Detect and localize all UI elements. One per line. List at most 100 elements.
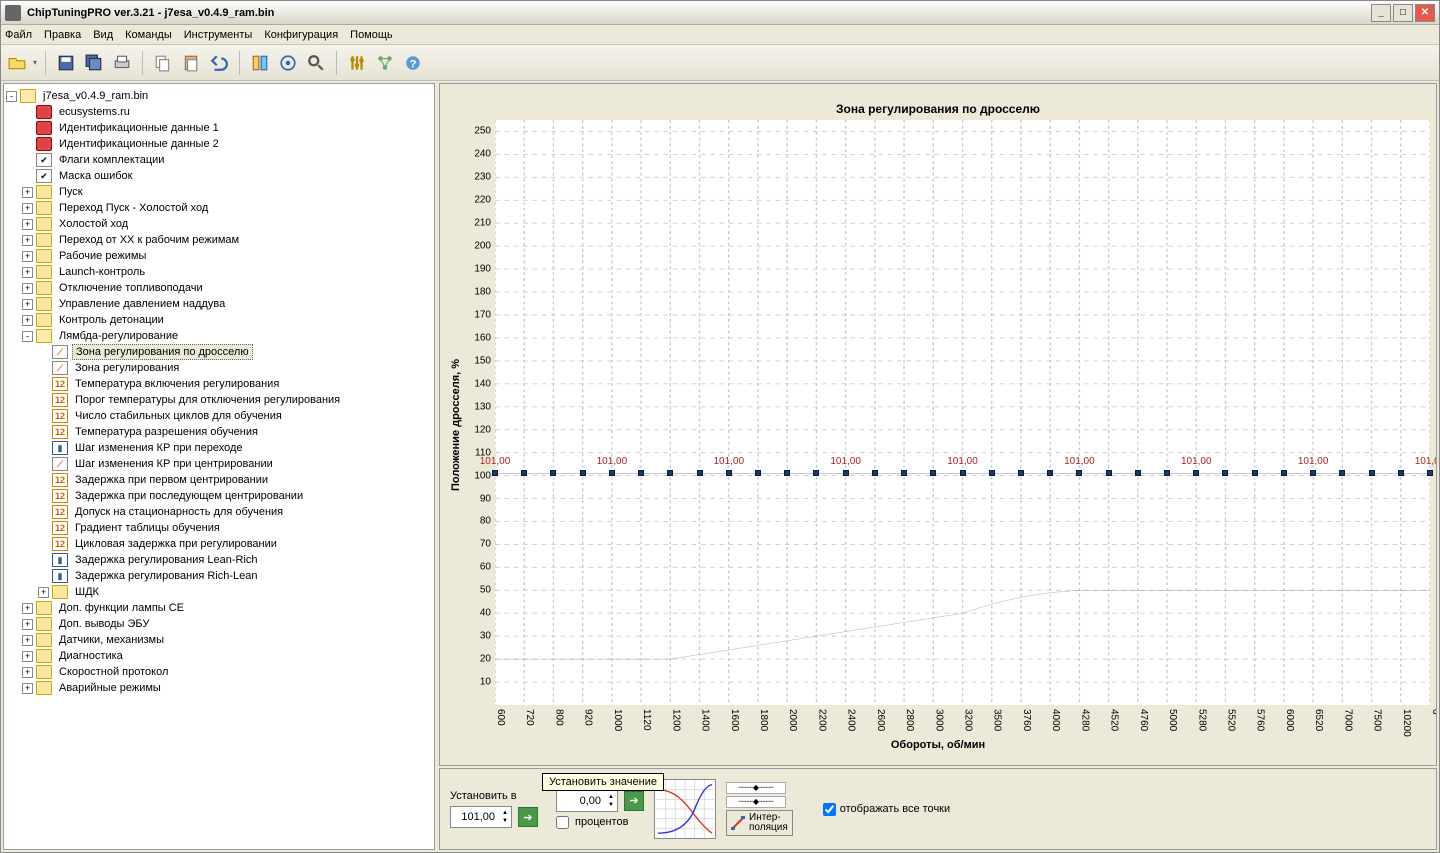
tree-toggle[interactable] (38, 443, 49, 454)
tree-node[interactable]: -Лямбда-регулирование (6, 328, 432, 344)
data-marker[interactable] (1076, 470, 1082, 476)
plot-area[interactable]: 1020304050607080901001101201301401501601… (495, 120, 1430, 705)
value-spinner-1[interactable]: ▲▼ (450, 806, 512, 828)
tree-node[interactable]: 12Задержка при последующем центрировании (6, 488, 432, 504)
tree-toggle[interactable]: + (22, 235, 33, 246)
tree-toggle[interactable]: + (22, 603, 33, 614)
tree-toggle[interactable]: + (22, 683, 33, 694)
tree-node[interactable]: +Отключение топливоподачи (6, 280, 432, 296)
tree-node[interactable]: ⟋Зона регулирования (6, 360, 432, 376)
tree-node[interactable]: +Переход Пуск - Холостой ход (6, 200, 432, 216)
data-marker[interactable] (960, 470, 966, 476)
data-marker[interactable] (1310, 470, 1316, 476)
apply-button-1[interactable]: ➔ (518, 807, 538, 827)
data-marker[interactable] (1222, 470, 1228, 476)
tree-toggle[interactable] (22, 107, 33, 118)
tree-node[interactable]: ▮Шаг изменения КР при переходе (6, 440, 432, 456)
tree-node[interactable]: +ШДК (6, 584, 432, 600)
data-marker[interactable] (609, 470, 615, 476)
tree-toggle[interactable]: + (22, 219, 33, 230)
tree-toggle[interactable]: - (22, 331, 33, 342)
tree-view[interactable]: -j7esa_v0.4.9_ram.binecusystems.ruИденти… (3, 83, 435, 850)
data-marker[interactable] (784, 470, 790, 476)
tree-node[interactable]: ▮Задержка регулирования Lean-Rich (6, 552, 432, 568)
tree-toggle[interactable] (38, 411, 49, 422)
undo-button[interactable] (207, 51, 231, 75)
tree-node[interactable]: 12Число стабильных циклов для обучения (6, 408, 432, 424)
data-marker[interactable] (755, 470, 761, 476)
data-marker[interactable] (726, 470, 732, 476)
menu-help[interactable]: Помощь (350, 29, 393, 41)
tree-node[interactable]: +Доп. функции лампы CE (6, 600, 432, 616)
data-marker[interactable] (1193, 470, 1199, 476)
menu-file[interactable]: Файл (5, 29, 32, 41)
data-marker[interactable] (521, 470, 527, 476)
compare-button[interactable] (248, 51, 272, 75)
menu-view[interactable]: Вид (93, 29, 113, 41)
data-marker[interactable] (1106, 470, 1112, 476)
tree-node[interactable]: 12Температура разрешения обучения (6, 424, 432, 440)
tree-node[interactable]: +Диагностика (6, 648, 432, 664)
tree-toggle[interactable]: + (22, 251, 33, 262)
data-marker[interactable] (1135, 470, 1141, 476)
tree-toggle[interactable] (38, 491, 49, 502)
data-marker[interactable] (1427, 470, 1433, 476)
tree-node[interactable]: +Рабочие режимы (6, 248, 432, 264)
tree-toggle[interactable]: + (22, 315, 33, 326)
save-button[interactable] (54, 51, 78, 75)
data-marker[interactable] (989, 470, 995, 476)
settings-button[interactable] (345, 51, 369, 75)
tree-toggle[interactable]: - (6, 91, 17, 102)
data-marker[interactable] (1164, 470, 1170, 476)
tree-toggle[interactable] (38, 427, 49, 438)
help-button[interactable]: ? (401, 51, 425, 75)
tree-toggle[interactable]: + (22, 203, 33, 214)
data-marker[interactable] (1281, 470, 1287, 476)
data-marker[interactable] (930, 470, 936, 476)
tree-toggle[interactable] (38, 475, 49, 486)
tree-node[interactable]: +Launch-контроль (6, 264, 432, 280)
tree-toggle[interactable] (38, 395, 49, 406)
close-button[interactable]: ✕ (1415, 4, 1435, 22)
tree-node[interactable]: +Переход от XX к рабочим режимам (6, 232, 432, 248)
tree-node[interactable]: 12Порог температуры для отключения регул… (6, 392, 432, 408)
show-all-checkbox[interactable] (823, 803, 836, 816)
tree-node[interactable]: 12Цикловая задержка при регулировании (6, 536, 432, 552)
data-marker[interactable] (1339, 470, 1345, 476)
tree-toggle[interactable]: + (22, 667, 33, 678)
tree-node[interactable]: +Управление давлением наддува (6, 296, 432, 312)
tree-node[interactable]: ecusystems.ru (6, 104, 432, 120)
tree-toggle[interactable] (38, 555, 49, 566)
data-marker[interactable] (638, 470, 644, 476)
data-marker[interactable] (872, 470, 878, 476)
minimize-button[interactable]: _ (1371, 4, 1391, 22)
data-marker[interactable] (813, 470, 819, 476)
tree-node[interactable]: Идентификационные данные 1 (6, 120, 432, 136)
tree-toggle[interactable]: + (22, 619, 33, 630)
data-marker[interactable] (667, 470, 673, 476)
value-spinner-2[interactable]: ▲▼ (556, 790, 618, 812)
apply-button-2[interactable]: ➔ (624, 791, 644, 811)
menu-commands[interactable]: Команды (125, 29, 172, 41)
tree-toggle[interactable] (22, 171, 33, 182)
data-marker[interactable] (550, 470, 556, 476)
percent-checkbox[interactable] (556, 816, 569, 829)
data-marker[interactable] (1018, 470, 1024, 476)
tree-toggle[interactable]: + (22, 651, 33, 662)
tree-node[interactable]: ✔Маска ошибок (6, 168, 432, 184)
tree-toggle[interactable] (38, 363, 49, 374)
data-marker[interactable] (1047, 470, 1053, 476)
tree-node[interactable]: +Пуск (6, 184, 432, 200)
tree-node[interactable]: +Аварийные режимы (6, 680, 432, 696)
value-input-2[interactable] (557, 793, 605, 809)
data-marker[interactable] (492, 470, 498, 476)
tree-toggle[interactable] (38, 571, 49, 582)
tree-toggle[interactable]: + (38, 587, 49, 598)
maximize-button[interactable]: □ (1393, 4, 1413, 22)
menu-edit[interactable]: Правка (44, 29, 81, 41)
tree-toggle[interactable]: + (22, 283, 33, 294)
tree-node[interactable]: +Холостой ход (6, 216, 432, 232)
tree-node[interactable]: 12Задержка при первом центрировании (6, 472, 432, 488)
data-marker[interactable] (1252, 470, 1258, 476)
data-marker[interactable] (901, 470, 907, 476)
